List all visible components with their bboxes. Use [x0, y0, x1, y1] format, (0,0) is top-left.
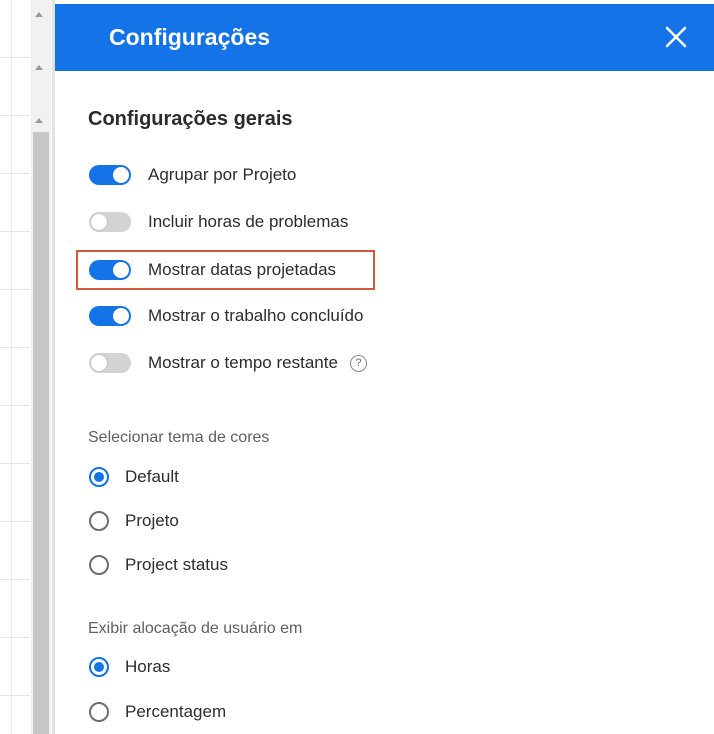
toggle-row-show-completed-work: Mostrar o trabalho concluído: [89, 303, 363, 329]
theme-projeto-radio[interactable]: [89, 511, 109, 531]
radio-label: Horas: [125, 657, 171, 676]
switch-knob: [113, 308, 129, 324]
toggle-row-group-by-project: Agrupar por Projeto: [89, 162, 296, 188]
scroll-up-arrow-icon-2[interactable]: [35, 65, 43, 70]
theme-default-radio[interactable]: [89, 467, 109, 487]
allocation-hours-radio[interactable]: [89, 657, 109, 677]
toggle-row-show-remaining-time: Mostrar o tempo restante ?: [89, 350, 367, 376]
toggle-row-include-issue-hours: Incluir horas de problemas: [89, 209, 348, 235]
theme-project-status-radio[interactable]: [89, 555, 109, 575]
switch-knob: [113, 167, 129, 183]
background-scrollbar-thumb[interactable]: [33, 132, 49, 734]
radio-label: Project status: [125, 555, 228, 574]
toggle-label: Incluir horas de problemas: [148, 212, 349, 231]
radio-row-projeto: Projeto: [89, 509, 179, 533]
allocation-percentage-radio[interactable]: [89, 702, 109, 722]
close-button[interactable]: [664, 25, 688, 49]
include-issue-hours-switch[interactable]: [89, 212, 131, 232]
show-projected-dates-switch[interactable]: [89, 260, 131, 280]
show-completed-work-switch[interactable]: [89, 306, 131, 326]
switch-knob: [91, 355, 107, 371]
toggle-row-show-projected-dates: Mostrar datas projetadas: [89, 257, 336, 283]
radio-row-horas: Horas: [89, 655, 170, 679]
close-icon: [665, 26, 687, 48]
color-theme-label: Selecionar tema de cores: [88, 429, 270, 446]
radio-row-project-status: Project status: [89, 553, 228, 577]
scroll-up-arrow-icon[interactable]: [35, 12, 43, 17]
switch-knob: [113, 262, 129, 278]
allocation-label: Exibir alocação de usuário em: [88, 620, 303, 637]
radio-label: Projeto: [125, 511, 179, 530]
background-grid: [0, 0, 30, 734]
toggle-label: Mostrar o trabalho concluído: [148, 306, 364, 325]
show-remaining-time-switch[interactable]: [89, 353, 131, 373]
panel-title: Configurações: [109, 24, 271, 50]
group-by-project-switch[interactable]: [89, 165, 131, 185]
radio-row-default: Default: [89, 465, 179, 489]
question-circle-icon[interactable]: ?: [349, 354, 367, 372]
scroll-up-arrow-icon-3[interactable]: [35, 118, 43, 123]
switch-knob: [91, 214, 107, 230]
toggle-label: Mostrar datas projetadas: [148, 260, 337, 279]
general-settings-title: Configurações gerais: [88, 108, 293, 130]
radio-label: Default: [125, 467, 179, 486]
radio-label: Percentagem: [125, 702, 227, 721]
toggle-label: Agrupar por Projeto: [148, 165, 297, 184]
toggle-label: Mostrar o tempo restante: [148, 353, 338, 372]
panel-header: Configurações: [55, 4, 714, 71]
settings-panel: Configurações Configurações gerais Agrup…: [55, 0, 714, 734]
radio-row-percentagem: Percentagem: [89, 700, 226, 724]
